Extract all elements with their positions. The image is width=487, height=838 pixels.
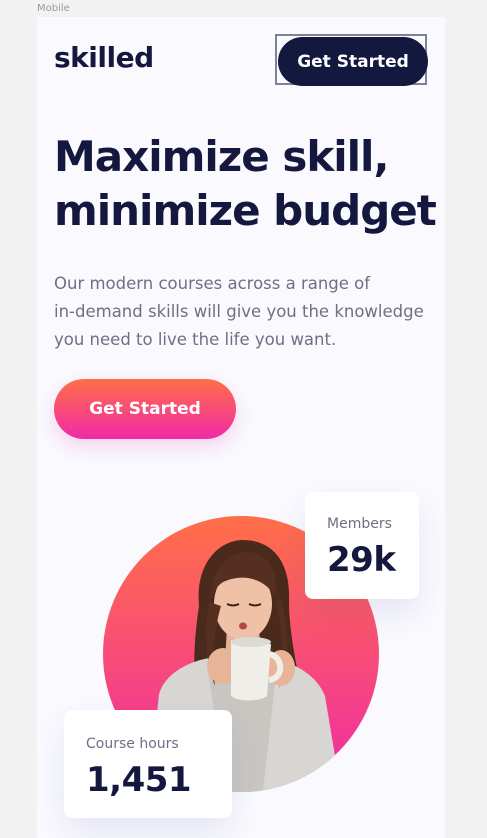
course-hours-value: 1,451	[86, 760, 192, 800]
course-hours-label: Course hours	[86, 736, 179, 752]
logo[interactable]: skilled	[54, 41, 154, 74]
hero-description-line: Our modern courses across a range of	[54, 274, 371, 293]
hero-title-line: Maximize skill,	[54, 132, 389, 181]
hero-description: Our modern courses across a range of in-…	[54, 270, 434, 354]
hero-description-line: in-demand skills will give you the knowl…	[54, 302, 424, 321]
hero-description-line: you need to live the life you want.	[54, 330, 337, 349]
course-hours-stat-card: Course hours 1,451	[64, 710, 232, 818]
hero-title-line: minimize budget	[54, 186, 437, 235]
mobile-artboard: skilled Get Started Maximize skill, mini…	[37, 17, 445, 838]
members-label: Members	[327, 516, 392, 532]
header-button-selection: Get Started	[275, 34, 428, 86]
hero-get-started-button[interactable]: Get Started	[54, 379, 236, 439]
members-stat-card: Members 29k	[305, 492, 419, 599]
header-get-started-button[interactable]: Get Started	[278, 37, 428, 86]
hero-title: Maximize skill, minimize budget	[54, 130, 437, 238]
frame-label: Mobile	[37, 3, 70, 14]
members-value: 29k	[327, 540, 396, 580]
